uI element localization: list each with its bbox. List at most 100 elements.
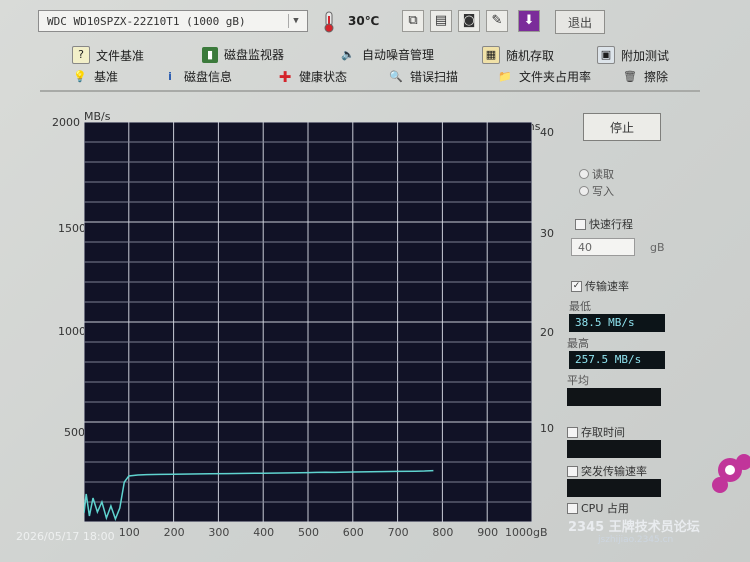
options-button[interactable]: ✎ [486,10,508,32]
y2-tick-10: 10 [540,422,554,435]
tab-label: 文件基准 [96,48,145,63]
transfer-rate-line [84,469,434,522]
read-radio[interactable]: 读取 [579,166,614,182]
toolbar: WDC WD10SPZX-22Z10T1 (1000 gB) ▼ 30℃ ⧉ ▤… [30,4,720,38]
info-icon: i [168,69,172,83]
drive-select-value: WDC WD10SPZX-22Z10T1 (1000 gB) [47,15,246,28]
x-tick-label: 1000gB [505,526,548,539]
access-label: 存取时间 [581,426,625,439]
wrench-icon: ✎ [491,13,503,28]
tab-folder-usage[interactable]: 📁 文件夹占用率 [497,68,591,85]
x-tick-label: 300 [208,526,230,539]
tab-health[interactable]: ✚ 健康状态 [277,68,347,85]
benchmark-chart [84,122,532,522]
window-icon: ▣ [597,46,615,64]
tab-benchmark[interactable]: 💡 基准 [72,68,118,85]
cpu-usage-checkbox[interactable]: CPU 占用 [567,500,629,516]
y2-tick-30: 30 [540,227,554,240]
x-tick-label: 800 [432,526,454,539]
tab-label: 自动噪音管理 [362,48,435,62]
tab-error-scan[interactable]: 🔍 错误扫描 [388,68,458,85]
tab-extra-tests[interactable]: ▣ 附加测试 [597,46,669,64]
download-icon: ⬇ [523,13,535,28]
y-tick-2000: 2000 [52,116,80,129]
x-tick-label: 700 [387,526,409,539]
access-time-checkbox[interactable]: 存取时间 [567,424,625,440]
tab-disk-monitor[interactable]: ▮ 磁盘监视器 [202,46,284,63]
x-tick-label: 900 [477,526,499,539]
drive-select[interactable]: WDC WD10SPZX-22Z10T1 (1000 gB) ▼ [38,10,308,32]
bulb-icon: 💡 [73,69,87,83]
max-value: 257.5 MB/s [569,351,665,369]
save-button[interactable]: ⬇ [518,10,540,32]
burst-label: 突发传输速率 [581,465,647,478]
x-tick-label: 600 [342,526,364,539]
chevron-down-icon[interactable]: ▼ [288,14,303,28]
x-tick-label: 400 [253,526,275,539]
max-label: 最高 [567,337,589,350]
flower-logo-icon [712,454,750,493]
document-icon: ? [72,46,90,64]
radio-dot [579,169,589,179]
quick-unit: gB [650,241,665,254]
tab-disk-info[interactable]: i 磁盘信息 [162,68,232,85]
radio-dot [579,186,589,196]
checkbox-box [567,465,578,477]
burst-rate-checkbox[interactable]: 突发传输速率 [567,463,647,479]
transfer-rate-checkbox[interactable]: ✓ 传输速率 [571,278,629,294]
stop-button[interactable]: 停止 [583,113,661,141]
y2-tick-40: 40 [540,126,554,139]
write-label: 写入 [592,185,614,198]
min-value: 38.5 MB/s [569,314,665,332]
copy-button[interactable]: ⧉ [402,10,424,32]
exit-button[interactable]: 退出 [555,10,605,34]
trash-icon: 🗑 [623,69,637,83]
y-tick-1500: 1500 [58,222,86,235]
tab-erase[interactable]: 🗑 擦除 [622,68,668,85]
access-value [567,440,661,458]
tab-label: 随机存取 [506,48,555,63]
write-radio[interactable]: 写入 [579,183,614,199]
checkbox-box [575,218,586,230]
copy-icon: ⧉ [408,13,418,28]
x-tick-label: 500 [298,526,319,539]
tab-file-benchmark[interactable]: ? 文件基准 [72,46,144,64]
quick-value: 40 [578,241,592,254]
control-panel: 停止 读取 写入 快速行程 40 gB ✓ 传输速率 最低 38.5 MB/s … [565,110,685,530]
transfer-label: 传输速率 [585,280,629,293]
tabs-row-2: 💡 基准 i 磁盘信息 ✚ 健康状态 🔍 错误扫描 📁 文件夹占用率 🗑 擦除 [62,68,682,88]
camera-icon: ◙ [462,13,476,28]
speaker-icon: 🔈 [341,47,355,61]
panel-divider [40,90,700,92]
screen: WDC WD10SPZX-22Z10T1 (1000 gB) ▼ 30℃ ⧉ ▤… [0,0,750,562]
tab-label: 附加测试 [621,48,670,63]
avg-value [567,388,661,406]
bar-chart-icon: ▮ [202,46,218,63]
stop-label: 停止 [609,121,634,135]
watermark-url: jszhijiao.2345.cn [598,535,674,545]
temperature-value: 30℃ [348,14,380,28]
copy-text-button[interactable]: ▤ [430,10,452,32]
tabs-row-1: ? 文件基准 ▮ 磁盘监视器 🔈 自动噪音管理 ▦ 随机存取 ▣ 附加测试 [62,46,682,66]
quick-stroke-checkbox[interactable]: 快速行程 [575,216,633,232]
tab-random-access[interactable]: ▦ 随机存取 [482,46,554,64]
magnifier-icon: 🔍 [389,69,403,83]
avg-label: 平均 [567,374,589,387]
tab-label: 文件夹占用率 [519,70,592,84]
read-label: 读取 [592,168,614,181]
clipboard-icon: ▤ [434,13,448,28]
health-cross-icon: ✚ [278,67,292,86]
watermark: 2345 王牌技术员论坛 [568,520,700,535]
tab-label: 错误扫描 [410,70,459,84]
screenshot-button[interactable]: ◙ [458,10,480,32]
x-tick-label: 100 [118,526,140,539]
benchmark-chart-svg [84,122,532,522]
checkbox-box [567,502,578,514]
burst-value [567,479,661,497]
x-tick-label: 200 [163,526,185,539]
tab-aam[interactable]: 🔈 自动噪音管理 [340,46,434,63]
quick-stroke-input[interactable]: 40 [571,238,635,256]
grid-icon: ▦ [482,46,500,64]
y2-tick-20: 20 [540,326,554,339]
checkbox-box: ✓ [571,280,582,292]
